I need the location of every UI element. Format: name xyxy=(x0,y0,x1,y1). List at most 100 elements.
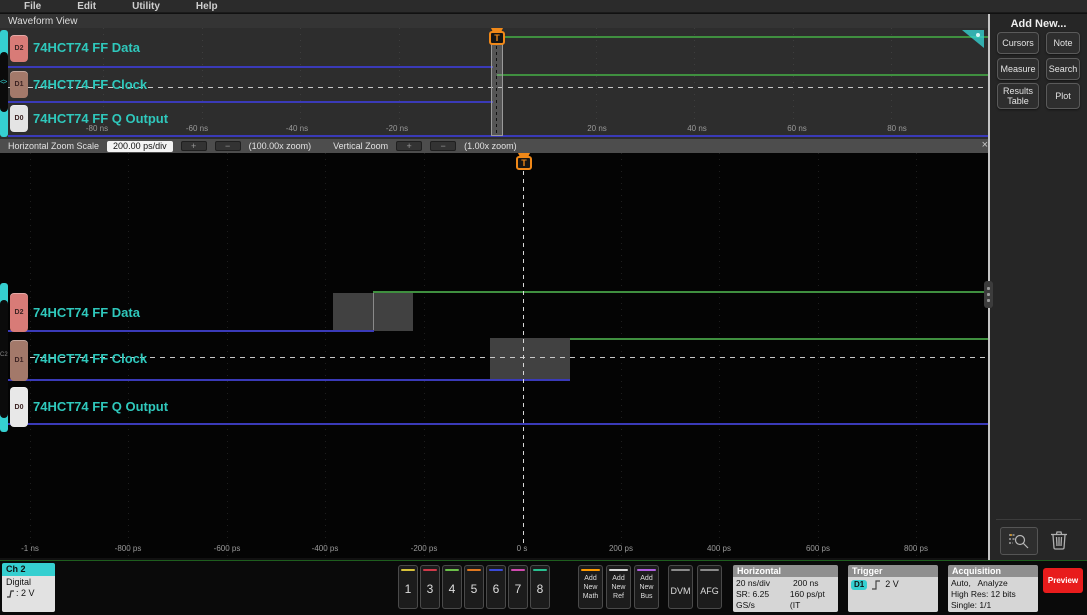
gridline xyxy=(694,28,695,139)
digital-channel-7-button[interactable]: 7 xyxy=(508,565,528,609)
channel-handle-d0[interactable]: D0 xyxy=(10,105,28,132)
channel-label-d1[interactable]: 74HCT74 FF Clock xyxy=(33,77,147,92)
gridline xyxy=(596,28,597,139)
h-zoom-scale-label: Horizontal Zoom Scale xyxy=(8,141,100,151)
zoom-tick: -400 ps xyxy=(311,544,339,553)
add-new-title: Add New... xyxy=(1010,18,1067,30)
afg-button[interactable]: AFG xyxy=(697,565,722,609)
trash-button[interactable] xyxy=(1046,527,1072,553)
trigger-title: Trigger xyxy=(848,565,938,577)
gridline xyxy=(399,28,400,139)
acquisition-panel[interactable]: Acquisition Auto, Analyze High Res: 12 b… xyxy=(948,565,1038,612)
d1-high-trace xyxy=(570,338,988,340)
digital-channel-5-button[interactable]: 5 xyxy=(464,565,484,609)
menu-utility[interactable]: Utility xyxy=(132,1,160,12)
zoomed-waveform-view[interactable]: T C2 D2 74HCT74 FF Data D1 74HCT74 FF Cl… xyxy=(0,153,988,558)
v-zoom-label: Vertical Zoom xyxy=(333,141,389,151)
trigger-position-line xyxy=(523,171,524,546)
channel-label-d0[interactable]: 74HCT74 FF Q Output xyxy=(33,399,168,414)
panel-splitter-grip[interactable] xyxy=(984,281,993,308)
d1-high-trace xyxy=(497,74,988,76)
menu-help[interactable]: Help xyxy=(196,1,218,12)
d1-transition-region xyxy=(490,338,570,380)
cursors-button[interactable]: Cursors xyxy=(997,32,1039,54)
channel-2-badge[interactable]: Ch 2 Digital : 2 V xyxy=(2,563,55,612)
trigger-badge[interactable]: T xyxy=(489,31,505,45)
d2-low-trace xyxy=(8,66,493,68)
channel-group-handle[interactable] xyxy=(0,300,8,418)
menu-edit[interactable]: Edit xyxy=(77,1,96,12)
channel-2-threshold: : 2 V xyxy=(16,588,35,598)
zoom-overview-flag-icon[interactable] xyxy=(962,30,984,48)
divider xyxy=(996,519,1081,520)
channel-label-d2[interactable]: 74HCT74 FF Data xyxy=(33,40,140,55)
overview-tick: 80 ns xyxy=(887,124,907,133)
zoom-window-bar[interactable] xyxy=(491,33,503,136)
v-zoom-plus-button[interactable]: + xyxy=(396,141,423,151)
h-zoom-plus-button[interactable]: + xyxy=(180,141,207,151)
preview-button[interactable]: Preview xyxy=(1043,568,1083,593)
threshold-icon xyxy=(7,589,14,598)
channel-handle-d1[interactable]: D1 xyxy=(10,340,28,381)
acquisition-title: Acquisition xyxy=(948,565,1038,577)
dvm-button[interactable]: DVM xyxy=(668,565,693,609)
h-zoom-readout: (100.00x zoom) xyxy=(248,141,312,151)
add-new-bus-button[interactable]: Add New Bus xyxy=(634,565,659,609)
h-zoom-scale-input[interactable]: 200.00 ps/div xyxy=(107,140,173,152)
overview-tick: 20 ns xyxy=(587,124,607,133)
overview-tick: 40 ns xyxy=(687,124,707,133)
channel-label-d2[interactable]: 74HCT74 FF Data xyxy=(33,305,140,320)
overview-tick: 60 ns xyxy=(787,124,807,133)
overview-tick: -60 ns xyxy=(185,124,209,133)
zoom-list-icon xyxy=(1009,534,1029,549)
channel-handle-d0[interactable]: D0 xyxy=(10,387,28,427)
v-zoom-minus-button[interactable]: − xyxy=(430,141,457,151)
gridline xyxy=(793,28,794,139)
zoom-tick: 600 ps xyxy=(805,544,831,553)
zoom-scale-toolbar: Horizontal Zoom Scale 200.00 ps/div + − … xyxy=(0,139,988,153)
search-button[interactable]: Search xyxy=(1046,58,1080,80)
channel-handle-d2[interactable]: D2 xyxy=(10,35,28,62)
d2-high-trace xyxy=(497,36,988,38)
note-button[interactable]: Note xyxy=(1046,32,1080,54)
pan-arrows-icon[interactable]: <> xyxy=(0,79,7,86)
digital-channel-4-button[interactable]: 4 xyxy=(442,565,462,609)
tab-waveform-view[interactable]: Waveform View xyxy=(8,16,77,27)
gridline xyxy=(202,28,203,139)
d2-edge xyxy=(373,291,374,331)
d2-low-trace xyxy=(8,330,374,332)
bottom-settings-bar: Ch 2 Digital : 2 V 1 3 4 5 6 7 8 Add New… xyxy=(0,561,1087,615)
d2-high-trace xyxy=(373,291,988,293)
digital-channel-3-button[interactable]: 3 xyxy=(420,565,440,609)
trigger-level: 2 V xyxy=(885,579,899,589)
trigger-panel[interactable]: Trigger D1 2 V xyxy=(848,565,938,612)
channel-handle-d1[interactable]: D1 xyxy=(10,71,28,98)
add-new-math-button[interactable]: Add New Math xyxy=(578,565,603,609)
zoom-tick: 400 ps xyxy=(706,544,732,553)
zoom-recall-button[interactable] xyxy=(1000,527,1038,555)
channel-label-d1[interactable]: 74HCT74 FF Clock xyxy=(33,351,147,366)
overview-waveform-panel[interactable]: <> D2 74HCT74 FF Data D1 74HCT74 FF Cloc… xyxy=(0,28,988,139)
zoom-tick: 0 s xyxy=(516,544,528,553)
gridline xyxy=(719,153,720,558)
trigger-badge[interactable]: T xyxy=(516,156,532,170)
horizontal-panel[interactable]: Horizontal 20 ns/div 200 ns SR: 6.25 GS/s… xyxy=(733,565,838,612)
tekscope-window: File Edit Utility Help Waveform View <> … xyxy=(0,0,1087,615)
d0-low-trace xyxy=(8,423,988,425)
digital-channel-6-button[interactable]: 6 xyxy=(486,565,506,609)
digital-channel-8-button[interactable]: 8 xyxy=(530,565,550,609)
gridline xyxy=(424,153,425,558)
tab-strip: Waveform View xyxy=(0,14,988,29)
h-zoom-minus-button[interactable]: − xyxy=(214,141,241,151)
digital-channel-1-button[interactable]: 1 xyxy=(398,565,418,609)
add-new-ref-button[interactable]: Add New Ref xyxy=(606,565,631,609)
gridline xyxy=(818,153,819,558)
plot-button[interactable]: Plot xyxy=(1046,83,1080,109)
menu-file[interactable]: File xyxy=(24,1,41,12)
zoom-tick: -600 ps xyxy=(213,544,241,553)
d2-transition-region xyxy=(333,293,373,331)
measure-button[interactable]: Measure xyxy=(997,58,1039,80)
v-zoom-readout: (1.00x zoom) xyxy=(464,141,517,151)
results-table-button[interactable]: Results Table xyxy=(997,83,1039,109)
channel-handle-d2[interactable]: D2 xyxy=(10,293,28,332)
